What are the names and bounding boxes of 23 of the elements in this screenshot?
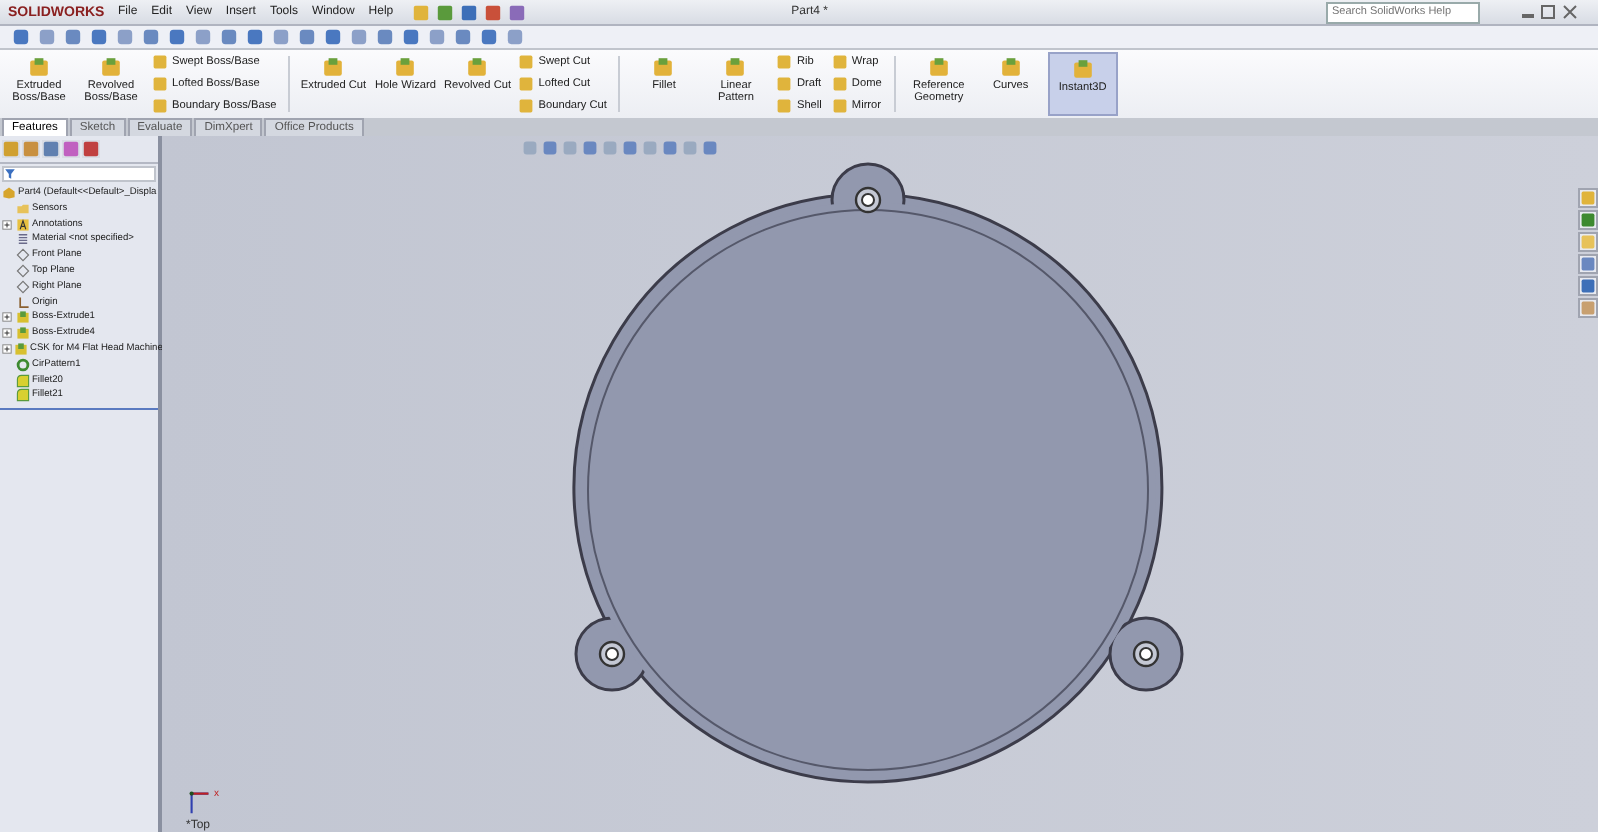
feature-icon: [394, 56, 417, 78]
feature-icon: [28, 56, 50, 78]
feature-icon: [999, 56, 1022, 78]
origin-icon: [16, 295, 30, 310]
feature-icon: [100, 56, 122, 78]
feature-icon: [1071, 58, 1094, 80]
feature-icon: [724, 56, 747, 78]
filter-icon: [4, 168, 16, 180]
expand-icon[interactable]: [2, 343, 12, 354]
expand-icon[interactable]: [2, 219, 12, 230]
axis-triad-icon: [186, 788, 214, 816]
expand-icon[interactable]: [2, 328, 12, 339]
feature-icon: [927, 56, 950, 78]
expand-icon[interactable]: [2, 312, 12, 323]
material-icon: [16, 232, 30, 247]
feature-icon: [322, 56, 345, 78]
filter-field[interactable]: [2, 166, 156, 182]
folder-icon: [16, 201, 30, 216]
annotation-icon: [16, 217, 30, 232]
part-icon: [2, 186, 16, 200]
feature-icon: [466, 56, 489, 78]
pattern-icon: [16, 357, 30, 372]
feature-icon: [652, 56, 675, 78]
